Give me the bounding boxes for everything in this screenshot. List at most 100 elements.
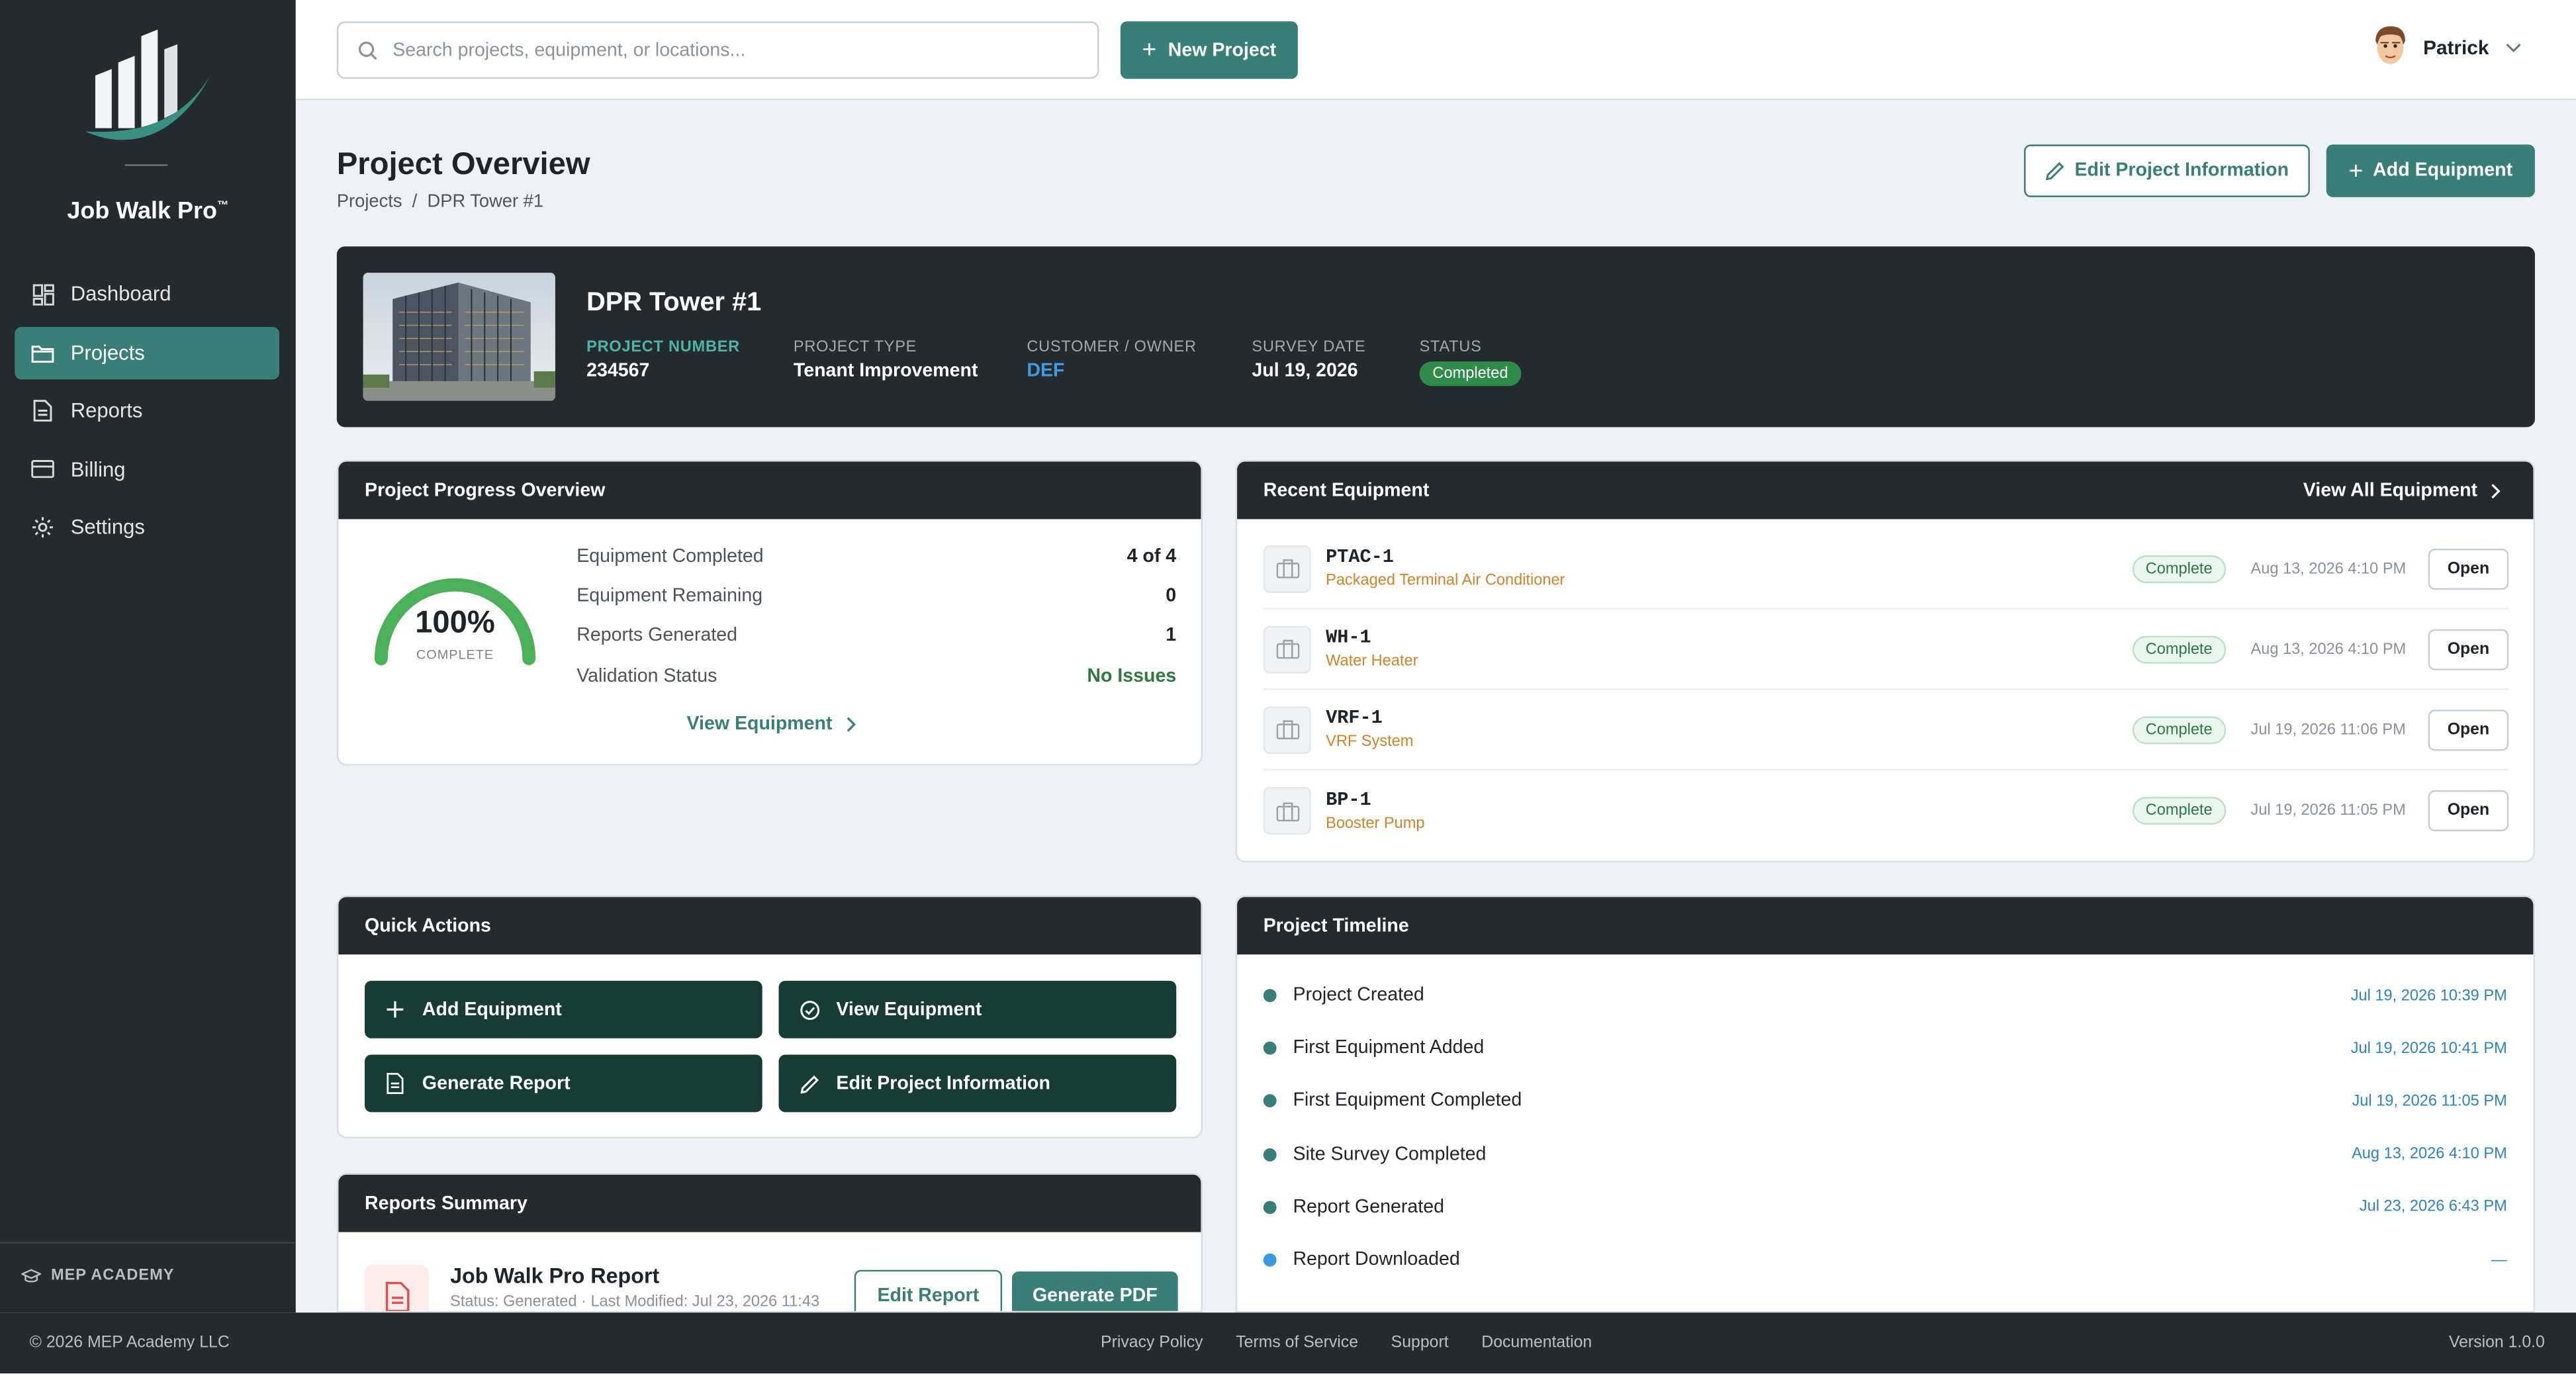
open-button[interactable]: Open: [2428, 628, 2509, 670]
sidebar-item-settings[interactable]: Settings: [15, 501, 279, 553]
job-walk-pro-logo[interactable]: [79, 26, 214, 152]
folder-icon: [31, 341, 54, 364]
credit-card-icon: [31, 457, 54, 481]
timeline-event: Site Survey Completed Aug 13, 2026 4:10 …: [1263, 1128, 2507, 1181]
support-link[interactable]: Support: [1391, 1334, 1449, 1351]
equipment-code: BP-1: [1326, 789, 1371, 811]
timeline-label: Site Survey Completed: [1293, 1144, 1487, 1164]
mep-academy-link[interactable]: MEP ACADEMY: [0, 1242, 296, 1285]
stat-row: Equipment Completed 4 of 4: [576, 547, 1176, 587]
user-name: Patrick: [2423, 36, 2489, 60]
equipment-info: VRF-1 VRF System: [1326, 708, 1413, 751]
view-all-equipment-link[interactable]: View All Equipment: [2303, 481, 2501, 500]
equipment-date: Aug 13, 2026 4:10 PM: [2250, 639, 2407, 659]
quick-view-equipment-button[interactable]: View Equipment: [778, 980, 1177, 1038]
sidebar-item-reports[interactable]: Reports: [15, 385, 279, 437]
add-equipment-button[interactable]: + Add Equipment: [2326, 144, 2535, 197]
user-menu[interactable]: Patrick: [2371, 24, 2522, 70]
project-type-value: Tenant Improvement: [793, 361, 978, 381]
project-progress-card: Project Progress Overview 100% COMPLETE …: [336, 459, 1203, 766]
timeline-label: First Equipment Added: [1293, 1038, 1485, 1059]
document-icon: [386, 1072, 407, 1094]
timeline-date: Jul 19, 2026 10:41 PM: [2350, 1039, 2507, 1058]
equipment-row[interactable]: VRF-1 VRF System Complete Jul 19, 2026 1…: [1263, 690, 2509, 771]
document-icon: [31, 399, 54, 422]
chevron-down-icon: [2506, 43, 2521, 53]
pencil-icon: [800, 1074, 821, 1093]
new-project-button[interactable]: + New Project: [1120, 21, 1298, 79]
academy-label: MEP ACADEMY: [50, 1266, 175, 1285]
breadcrumb: Projects / DPR Tower #1: [337, 192, 543, 212]
quick-action-label: Edit Project Information: [836, 1074, 1050, 1093]
project-type-field: PROJECT TYPE Tenant Improvement: [794, 338, 978, 381]
equipment-type: Booster Pump: [1326, 813, 1425, 833]
timeline-label: Report Downloaded: [1293, 1250, 1460, 1270]
timeline-label: Report Generated: [1293, 1197, 1444, 1217]
edit-project-information-button[interactable]: Edit Project Information: [2023, 144, 2310, 197]
open-button[interactable]: Open: [2428, 709, 2509, 751]
view-equipment-link[interactable]: View Equipment: [687, 715, 856, 735]
card-header: Project Timeline: [1237, 897, 2534, 955]
equipment-code: PTAC-1: [1326, 547, 1394, 569]
search-input[interactable]: [392, 40, 1083, 60]
progress-stats: Equipment Completed 4 of 4 Equipment Rem…: [576, 547, 1176, 706]
sidebar: Job Walk Pro™ Dashboard Projects Reports: [0, 0, 296, 1313]
equipment-row[interactable]: PTAC-1 Packaged Terminal Air Conditioner…: [1263, 529, 2509, 610]
sidebar-item-label: Billing: [70, 457, 126, 481]
quick-edit-project-button[interactable]: Edit Project Information: [778, 1054, 1177, 1113]
report-status: Status: Generated · Last Modified: Jul 2…: [450, 1293, 820, 1311]
timeline-date: —: [2491, 1251, 2507, 1269]
quick-actions-grid: Add Equipment View Equipment Generate Re…: [365, 980, 1177, 1113]
equipment-row[interactable]: BP-1 Booster Pump Complete Jul 19, 2026 …: [1263, 770, 2509, 851]
stat-row: Validation Status No Issues: [576, 666, 1176, 706]
project-type-label: PROJECT TYPE: [793, 338, 917, 357]
stat-label: Equipment Remaining: [576, 586, 763, 607]
breadcrumb-projects-link[interactable]: Projects: [337, 192, 402, 212]
report-title: Job Walk Pro Report: [450, 1263, 660, 1288]
customer-field: CUSTOMER / OWNER DEF: [1027, 338, 1196, 381]
customer-link[interactable]: DEF: [1027, 361, 1196, 381]
sidebar-item-projects[interactable]: Projects: [15, 326, 279, 379]
plus-icon: +: [1142, 36, 1157, 64]
timeline-event: Project Created Jul 19, 2026 10:39 PM: [1263, 969, 2507, 1022]
page-title: Project Overview: [336, 148, 590, 183]
stat-label: Reports Generated: [576, 626, 738, 647]
open-button[interactable]: Open: [2428, 547, 2509, 589]
footer: © 2026 MEP Academy LLC Privacy Policy Te…: [0, 1312, 2576, 1374]
new-project-label: New Project: [1168, 40, 1277, 60]
privacy-policy-link[interactable]: Privacy Policy: [1101, 1334, 1203, 1351]
search-icon: [358, 40, 377, 60]
sidebar-item-billing[interactable]: Billing: [15, 443, 279, 495]
card-header: Recent Equipment View All Equipment: [1237, 461, 2534, 520]
survey-date-field: SURVEY DATE Jul 19, 2026: [1252, 338, 1365, 381]
equipment-icon: [1263, 786, 1311, 835]
quick-generate-report-button[interactable]: Generate Report: [365, 1054, 762, 1113]
timeline-date: Aug 13, 2026 4:10 PM: [2352, 1145, 2507, 1164]
search-box[interactable]: [336, 21, 1099, 79]
sidebar-item-dashboard[interactable]: Dashboard: [15, 268, 279, 320]
equipment-info: BP-1 Booster Pump: [1326, 790, 1424, 833]
sidebar-item-label: Projects: [70, 341, 145, 364]
edit-report-button[interactable]: Edit Report: [854, 1269, 1003, 1311]
generate-pdf-button[interactable]: Generate PDF: [1011, 1271, 1178, 1311]
survey-date-label: SURVEY DATE: [1252, 338, 1366, 357]
card-header: Reports Summary: [338, 1174, 1201, 1232]
equipment-type: VRF System: [1326, 733, 1414, 751]
timeline-label: First Equipment Completed: [1293, 1091, 1522, 1112]
plus-icon: +: [2348, 157, 2364, 185]
open-button[interactable]: Open: [2428, 790, 2509, 831]
stat-label: Equipment Completed: [576, 547, 764, 567]
equipment-row[interactable]: WH-1 Water Heater Complete Aug 13, 2026 …: [1263, 610, 2509, 690]
equipment-list: PTAC-1 Packaged Terminal Air Conditioner…: [1263, 529, 2509, 851]
terms-of-service-link[interactable]: Terms of Service: [1236, 1334, 1358, 1351]
graduation-cap-icon: [21, 1268, 42, 1282]
status-badge: Completed: [1419, 361, 1522, 387]
equipment-icon: [1263, 625, 1311, 673]
documentation-link[interactable]: Documentation: [1481, 1334, 1592, 1351]
timeline-dot: [1263, 1148, 1277, 1162]
timeline-dot: [1263, 1042, 1277, 1056]
quick-add-equipment-button[interactable]: Add Equipment: [365, 980, 762, 1038]
recent-equipment-card: Recent Equipment View All Equipment PTAC…: [1235, 459, 2535, 863]
equipment-code: WH-1: [1326, 627, 1371, 649]
equipment-date: Aug 13, 2026 4:10 PM: [2250, 559, 2407, 578]
